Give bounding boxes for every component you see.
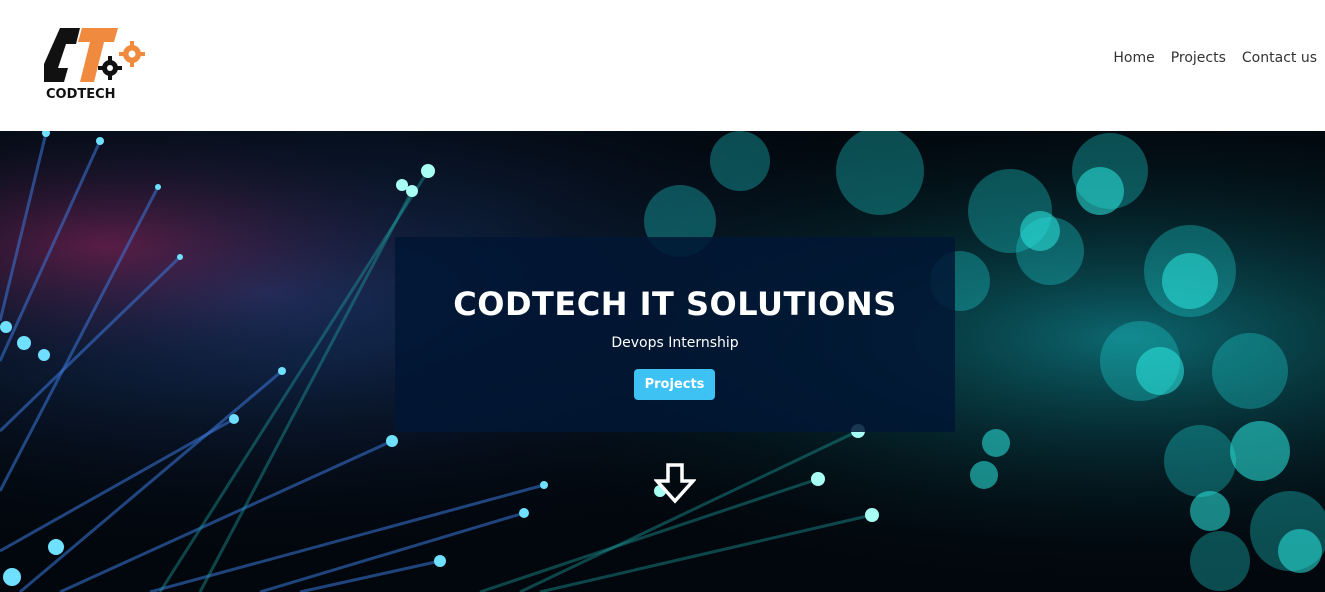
nav-contact-link[interactable]: Contact us <box>1242 50 1317 66</box>
main-nav: Home Projects Contact us <box>1113 50 1317 66</box>
hero-panel: CODTECH IT SOLUTIONS Devops Internship P… <box>395 237 955 432</box>
nav-home-link[interactable]: Home <box>1113 50 1154 66</box>
hero-subtitle: Devops Internship <box>611 335 739 351</box>
site-header: CODTECH Home Projects Contact us <box>0 0 1325 131</box>
logo-text: CODTECH <box>46 87 116 102</box>
codtech-logo[interactable]: CODTECH <box>40 24 150 102</box>
hero-title: CODTECH IT SOLUTIONS <box>453 285 897 323</box>
projects-button[interactable]: Projects <box>634 369 715 400</box>
hero-section: CODTECH IT SOLUTIONS Devops Internship P… <box>0 131 1325 592</box>
nav-projects-link[interactable]: Projects <box>1171 50 1226 66</box>
logo-mark <box>44 28 145 82</box>
arrow-down-icon[interactable] <box>654 463 696 505</box>
